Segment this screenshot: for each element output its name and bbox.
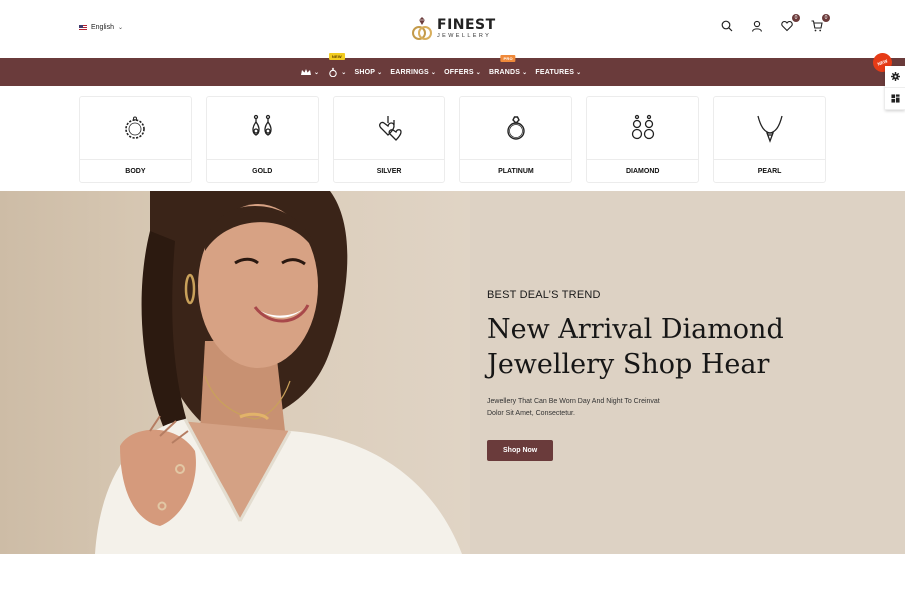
wishlist-count-badge: 0	[792, 14, 800, 22]
nav-label-shop: SHOP	[354, 68, 376, 76]
pendant-necklace-icon	[756, 115, 783, 143]
hero-description: Jewellery That Can Be Worn Day And Night…	[487, 396, 717, 420]
chevron-down-icon: ⌄	[377, 69, 383, 76]
nav-item-brands[interactable]: PRO BRANDS ⌄	[488, 54, 528, 76]
chevron-down-icon: ⌄	[314, 69, 320, 76]
category-label: PEARL	[757, 167, 782, 175]
category-label: GOLD	[252, 167, 273, 175]
nav-item-crown[interactable]: ⌄	[300, 67, 319, 77]
nav-label-earrings: EARRINGS	[390, 68, 429, 76]
hero-description-line-1: Jewellery That Can Be Worn Day And Night…	[487, 398, 660, 405]
us-flag-icon	[79, 25, 87, 30]
settings-gear-icon[interactable]	[885, 66, 905, 88]
hero-banner: BEST DEAL’S TREND New Arrival Diamond Je…	[0, 191, 905, 554]
diamond-ring-icon	[507, 116, 525, 140]
logo-subtitle: JEWELLERY	[437, 33, 492, 40]
category-card-diamond[interactable]: DIAMOND	[586, 96, 700, 183]
chevron-down-icon: ⌄	[576, 69, 582, 76]
nav-label-brands: BRANDS	[488, 68, 521, 76]
nav-item-ring[interactable]: NEW ⌄	[327, 53, 347, 77]
hero-headline-line-1: New Arrival Diamond	[487, 314, 784, 345]
shop-now-button[interactable]: Shop Now	[487, 440, 554, 461]
cart-icon[interactable]: 0	[811, 14, 830, 32]
chevron-down-icon: ⌄	[430, 69, 437, 76]
category-card-silver[interactable]: SILVER	[332, 96, 446, 183]
logo-title: FINEST	[437, 17, 496, 34]
hoop-earrings-icon	[631, 114, 654, 140]
hero-headline: New Arrival Diamond Jewellery Shop Hear	[487, 312, 827, 382]
nav-item-earrings[interactable]: EARRINGS ⌄	[390, 69, 436, 76]
nav-item-features[interactable]: FEATURES ⌄	[535, 69, 581, 76]
category-card-platinum[interactable]: PLATINUM	[459, 96, 573, 183]
category-card-body[interactable]: BODY	[79, 96, 192, 183]
chevron-down-icon: ⌄	[475, 69, 481, 76]
site-logo[interactable]: FINEST JEWELLERY	[411, 16, 496, 42]
side-toolbar	[885, 66, 905, 110]
page: English ⌄ FINEST JEWELLERY 0 0 ⌄ NEW ⌄ S…	[0, 0, 905, 600]
category-label: PLATINUM	[498, 167, 534, 175]
hero-headline-line-2: Jewellery Shop Hear	[487, 349, 770, 380]
search-icon[interactable]	[721, 20, 733, 32]
heart-earrings-icon	[379, 116, 402, 141]
pro-badge: PRO	[500, 54, 516, 62]
ring-icon	[329, 67, 337, 77]
user-account-icon[interactable]	[751, 20, 763, 32]
rings-logo-icon	[411, 16, 433, 42]
top-header: English ⌄ FINEST JEWELLERY 0 0	[0, 0, 905, 58]
nav-label-features: FEATURES	[535, 68, 575, 76]
chevron-down-icon: ⌄	[522, 69, 528, 76]
new-badge: NEW	[328, 53, 345, 60]
model-photo	[95, 191, 462, 554]
category-label: SILVER	[376, 167, 402, 175]
language-label: English	[91, 24, 114, 31]
crown-icon	[301, 69, 311, 75]
category-card-gold[interactable]: GOLD	[205, 96, 319, 183]
category-label: BODY	[125, 167, 146, 175]
cart-count-badge: 0	[822, 14, 830, 22]
header-actions: 0 0	[721, 14, 830, 32]
chevron-down-icon: ⌄	[117, 25, 123, 31]
main-navigation: ⌄ NEW ⌄ SHOP ⌄ EARRINGS ⌄ OFFERS ⌄ PRO B…	[0, 53, 905, 86]
nav-label-offers: OFFERS	[444, 68, 474, 76]
category-label: DIAMOND	[626, 167, 660, 175]
nav-item-shop[interactable]: SHOP ⌄	[354, 69, 382, 76]
hero-copy: BEST DEAL’S TREND New Arrival Diamond Je…	[487, 289, 827, 461]
category-card-pearl[interactable]: PEARL	[713, 96, 826, 183]
category-strip: BODY GOLD SILVER PLATINUM DIAMOND PEARL	[79, 96, 826, 183]
wishlist-heart-icon[interactable]: 0	[781, 14, 800, 32]
hero-kicker: BEST DEAL’S TREND	[487, 289, 601, 301]
chevron-down-icon: ⌄	[341, 69, 347, 76]
nav-item-offers[interactable]: OFFERS ⌄	[444, 69, 481, 76]
hero-description-line-2: Dolor Sit Amet, Consectetur.	[487, 410, 575, 417]
drop-earrings-icon	[252, 114, 272, 136]
layout-grid-icon[interactable]	[885, 88, 905, 110]
language-selector[interactable]: English ⌄	[79, 24, 123, 31]
bracelet-icon	[125, 116, 146, 139]
